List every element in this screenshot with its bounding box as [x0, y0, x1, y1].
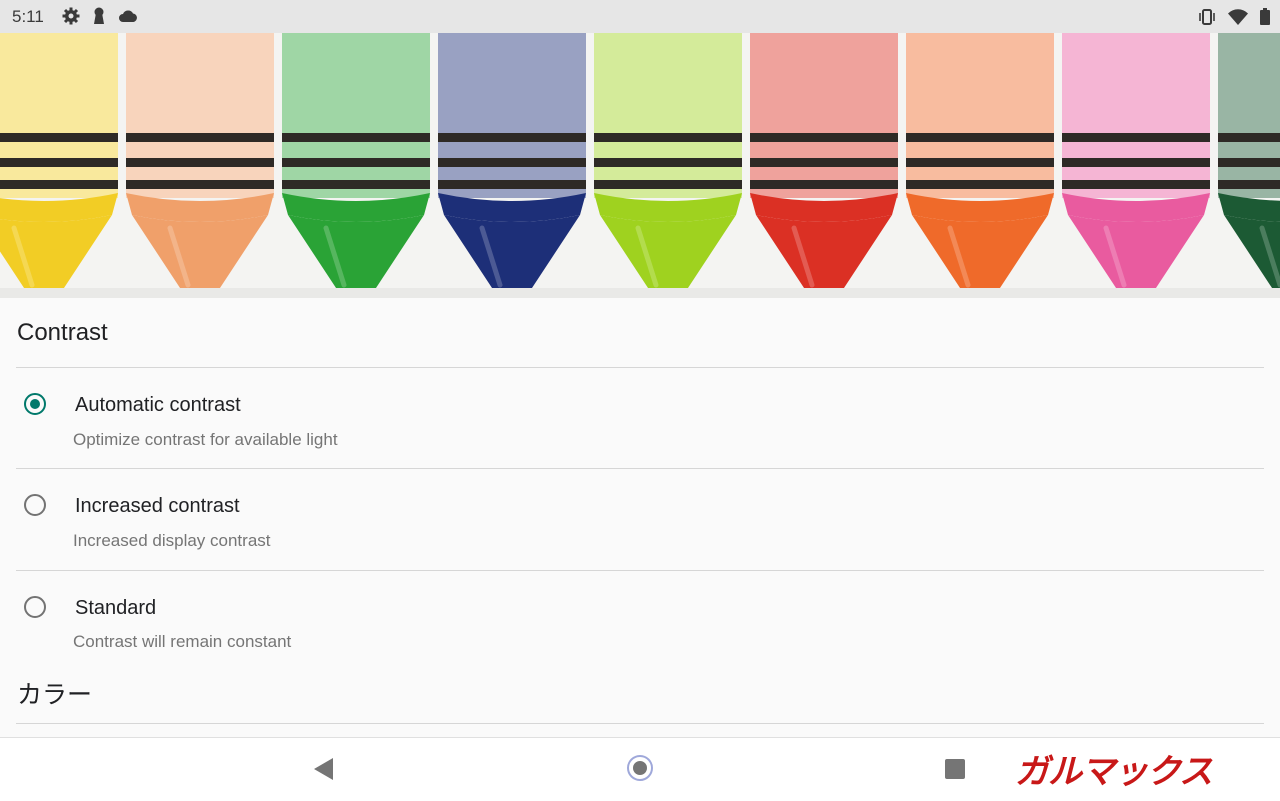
- keyhole-icon: [92, 7, 106, 25]
- status-right-icons: [1198, 8, 1270, 25]
- home-icon[interactable]: [627, 755, 653, 781]
- option-title: Automatic contrast: [75, 394, 241, 416]
- radio-automatic-contrast[interactable]: [24, 393, 46, 415]
- battery-icon: [1260, 8, 1270, 25]
- crayon-body: [0, 33, 118, 198]
- recents-icon[interactable]: [945, 759, 965, 779]
- crayon-body: [594, 33, 742, 198]
- status-left-icons: [62, 7, 138, 25]
- crayon-body: [1062, 33, 1210, 198]
- watermark-text: ガルマックス: [1015, 752, 1213, 792]
- option-title: Standard: [75, 597, 157, 619]
- vibrate-icon: [1198, 8, 1216, 25]
- option-title: Increased contrast: [75, 495, 240, 517]
- option-subtitle: Optimize contrast for available light: [73, 430, 338, 449]
- wifi-icon: [1228, 8, 1248, 25]
- option-increased-contrast[interactable]: Increased contrast Increased display con…: [0, 469, 1280, 569]
- crayon-body: [1218, 33, 1280, 198]
- crayon-body: [906, 33, 1054, 198]
- option-automatic-contrast[interactable]: Automatic contrast Optimize contrast for…: [0, 368, 1280, 468]
- contrast-settings: Contrast Automatic contrast Optimize con…: [0, 298, 1280, 736]
- option-subtitle: Contrast will remain constant: [73, 632, 292, 651]
- crayon-body: [750, 33, 898, 198]
- crayons-banner-image: [0, 33, 1280, 298]
- watermark-logo: ガルマックス: [1013, 748, 1271, 793]
- back-icon[interactable]: [314, 758, 333, 780]
- radio-standard[interactable]: [24, 596, 46, 618]
- status-time: 5:11: [12, 7, 44, 26]
- status-bar: 5:11: [0, 0, 1280, 33]
- divider: [16, 723, 1264, 724]
- radio-increased-contrast[interactable]: [24, 494, 46, 516]
- option-subtitle: Increased display contrast: [73, 531, 271, 550]
- settings-gear-icon: [62, 7, 80, 25]
- section-title-color: カラー: [17, 681, 93, 709]
- crayon-body: [126, 33, 274, 198]
- cloud-icon: [118, 9, 138, 23]
- section-title-contrast: Contrast: [17, 319, 108, 346]
- crayon-body: [282, 33, 430, 198]
- crayon-body: [438, 33, 586, 198]
- option-standard[interactable]: Standard Contrast will remain constant: [0, 570, 1280, 670]
